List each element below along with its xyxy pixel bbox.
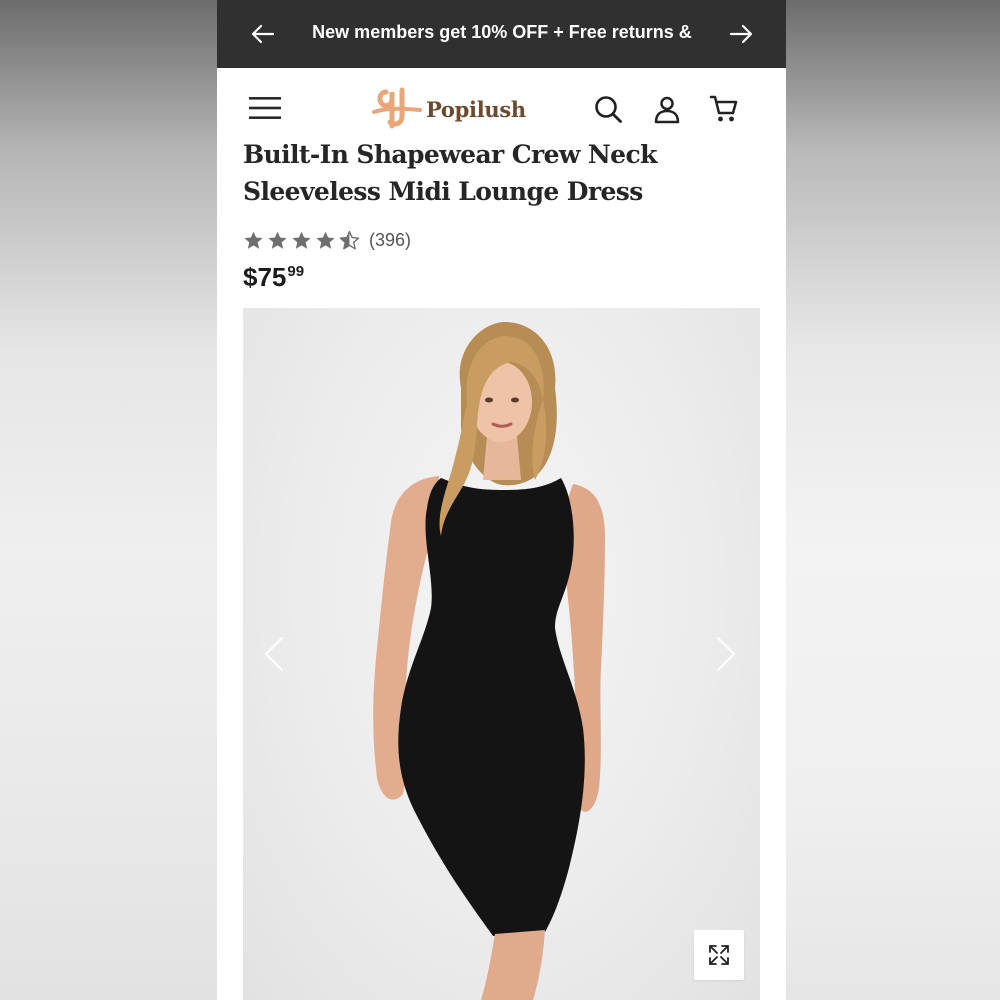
product-rating[interactable]: (396) [243, 228, 411, 252]
star-filled-icon [244, 231, 263, 249]
promo-bar: New members get 10% OFF + Free returns & [217, 0, 786, 68]
backdrop-left [0, 0, 217, 1000]
chevron-right-icon[interactable] [715, 636, 737, 672]
price-dollars: $75 [243, 262, 287, 292]
expand-button[interactable] [694, 930, 744, 980]
rating-stars [243, 230, 360, 251]
backdrop-right [786, 0, 1000, 1000]
search-icon[interactable] [593, 94, 623, 124]
product-price: $7599 [243, 262, 304, 293]
product-title: Built-In Shapewear Crew Neck Sleeveless … [243, 140, 657, 206]
review-count[interactable]: (396) [369, 230, 411, 251]
product-image-gallery[interactable] [243, 308, 760, 1000]
star-filled-icon [292, 231, 311, 249]
account-icon[interactable] [652, 94, 682, 124]
phone-screen: New members get 10% OFF + Free returns &… [217, 0, 786, 1000]
star-half-icon [339, 230, 360, 250]
arrow-right-icon[interactable] [727, 20, 755, 48]
brand-logo[interactable]: Popilush [372, 86, 526, 132]
hamburger-menu-icon[interactable] [249, 96, 281, 120]
brand-name: Popilush [426, 96, 526, 122]
star-filled-icon [268, 231, 287, 249]
promo-text[interactable]: New members get 10% OFF + Free returns & [287, 21, 717, 43]
star-filled-icon [316, 231, 335, 249]
arrow-left-icon[interactable] [249, 20, 277, 48]
product-image[interactable] [243, 308, 760, 1000]
chevron-left-icon[interactable] [263, 636, 285, 672]
price-cents: 99 [287, 263, 305, 280]
logo-mark-icon [372, 87, 422, 129]
expand-icon [709, 945, 729, 965]
cart-icon[interactable] [709, 94, 739, 124]
